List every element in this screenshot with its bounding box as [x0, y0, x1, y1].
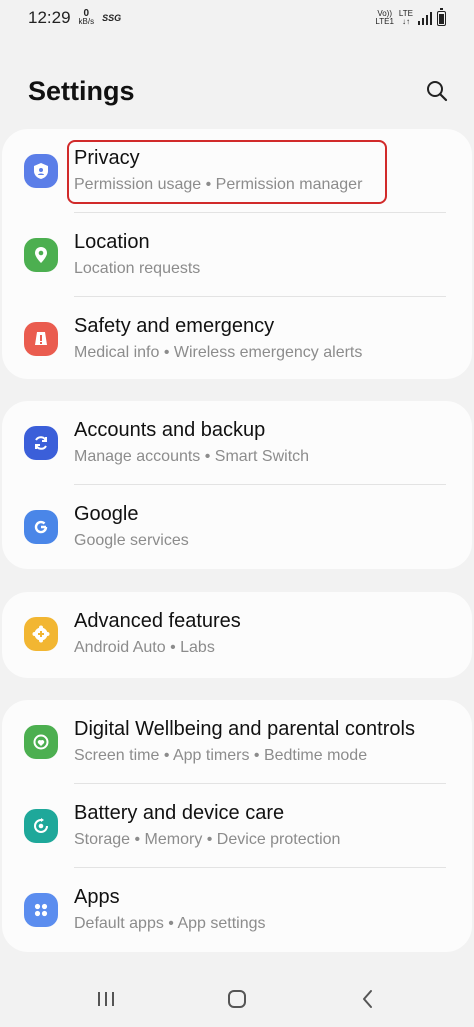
settings-item-subtitle: Android Auto • Labs — [74, 639, 215, 656]
settings-item-subtitle: Storage • Memory • Device protection — [74, 831, 341, 848]
settings-item-advanced-features[interactable]: Advanced features Android Auto • Labs — [2, 592, 472, 676]
settings-item-subtitle: Default apps • App settings — [74, 915, 266, 932]
signal-icon — [418, 11, 432, 25]
settings-item-battery-device-care[interactable]: Battery and device care Storage • Memory… — [2, 784, 472, 868]
device-care-icon — [24, 809, 58, 843]
settings-item-title: Digital Wellbeing and parental controls — [74, 718, 415, 740]
location-pin-icon — [24, 238, 58, 272]
settings-item-title: Safety and emergency — [74, 315, 275, 337]
settings-item-location[interactable]: Location Location requests — [2, 213, 472, 297]
settings-item-title: Accounts and backup — [74, 419, 266, 441]
settings-item-title: Apps — [74, 886, 120, 908]
settings-item-digital-wellbeing[interactable]: Digital Wellbeing and parental controls … — [2, 700, 472, 784]
settings-group-4: Digital Wellbeing and parental controls … — [2, 700, 472, 952]
recents-button[interactable] — [86, 979, 126, 1019]
settings-item-subtitle: Manage accounts • Smart Switch — [74, 448, 310, 465]
settings-item-google[interactable]: Google Google services — [2, 485, 472, 569]
lte-bottom: ↓↑ — [401, 17, 410, 26]
settings-item-subtitle: Medical info • Wireless emergency alerts — [74, 344, 363, 361]
apps-grid-icon — [24, 893, 58, 927]
settings-item-safety[interactable]: Safety and emergency Medical info • Wire… — [2, 297, 472, 381]
settings-group-3: Advanced features Android Auto • Labs — [2, 592, 472, 678]
status-time: 12:29 — [28, 8, 71, 27]
network-speed: 0 kB/s — [78, 9, 95, 26]
settings-item-title: Google — [74, 503, 139, 525]
carrier-label: SSG — [102, 13, 122, 23]
status-right: Vo)) LTE1 LTE ↓↑ — [375, 7, 446, 26]
google-icon — [24, 510, 58, 544]
privacy-highlight-box — [67, 140, 387, 204]
lte-indicator: LTE ↓↑ — [399, 10, 413, 26]
status-bar: 12:29 0 kB/s SSG Vo)) LTE1 LTE ↓↑ — [0, 0, 474, 36]
volte-indicator: Vo)) LTE1 — [375, 10, 394, 26]
settings-item-accounts-backup[interactable]: Accounts and backup Manage accounts • Sm… — [2, 401, 472, 485]
search-button[interactable] — [424, 78, 450, 104]
back-button[interactable] — [348, 979, 388, 1019]
volte-bottom: LTE1 — [375, 17, 394, 26]
shield-icon — [24, 154, 58, 188]
network-speed-unit: kB/s — [78, 17, 95, 26]
battery-icon — [437, 7, 446, 26]
home-icon — [227, 989, 246, 1008]
settings-item-apps[interactable]: Apps Default apps • App settings — [2, 868, 472, 952]
settings-item-subtitle: Location requests — [74, 260, 201, 277]
settings-item-subtitle: Google services — [74, 532, 189, 549]
status-left: 12:29 0 kB/s SSG — [28, 8, 121, 28]
gear-plus-icon — [24, 617, 58, 651]
search-icon — [427, 81, 448, 102]
sync-icon — [24, 426, 58, 460]
recents-icon — [97, 991, 114, 1006]
settings-item-title: Location — [74, 231, 150, 253]
page-title: Settings — [28, 76, 135, 106]
home-button[interactable] — [217, 979, 257, 1019]
settings-group-2: Accounts and backup Manage accounts • Sm… — [2, 401, 472, 569]
settings-item-title: Advanced features — [74, 610, 241, 632]
alert-icon — [24, 322, 58, 356]
back-icon — [363, 989, 373, 1008]
settings-item-subtitle: Screen time • App timers • Bedtime mode — [74, 747, 368, 764]
wellbeing-icon — [24, 725, 58, 759]
settings-item-title: Battery and device care — [74, 802, 285, 824]
navigation-bar — [0, 970, 474, 1027]
